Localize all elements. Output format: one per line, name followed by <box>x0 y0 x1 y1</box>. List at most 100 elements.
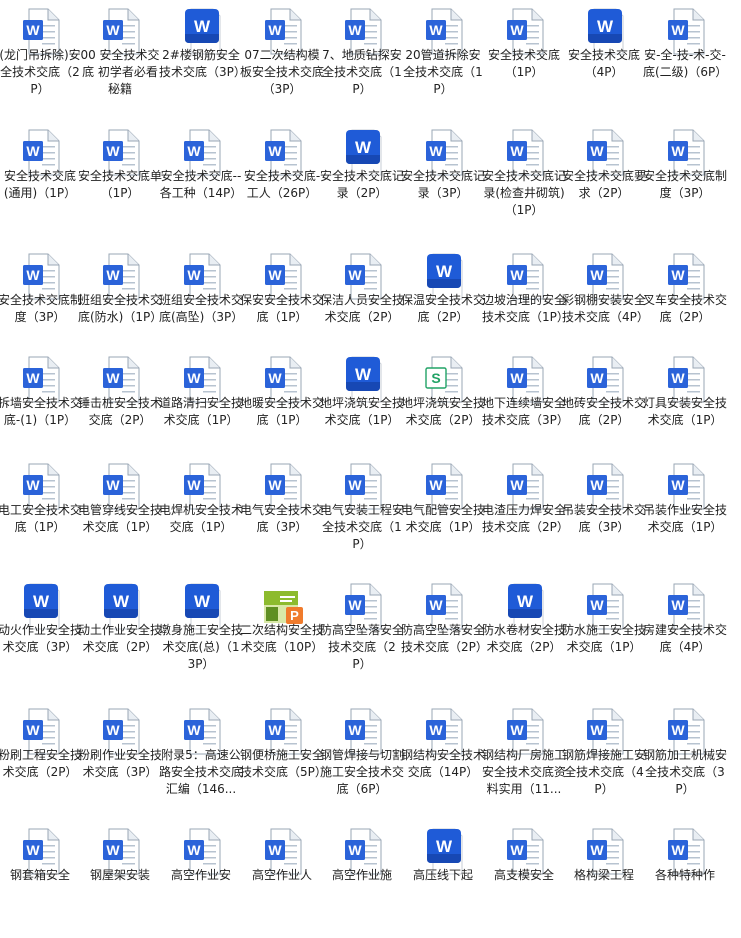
svg-text:W: W <box>671 370 685 386</box>
file-item[interactable]: W 7、地质钻探安全技术交底（1P） <box>322 2 402 118</box>
file-item[interactable]: W 防高空坠落安全技术交底（2 P） <box>320 577 404 693</box>
file-name-label: 高空作业安 <box>170 868 231 882</box>
file-item[interactable]: W 动土作业安全技术交底（2P） <box>78 577 162 693</box>
file-name-label: 高空作业施 <box>331 868 392 882</box>
svg-text:W: W <box>268 842 282 858</box>
file-item[interactable]: W 安全技术交底（1P） <box>484 2 564 118</box>
file-item[interactable]: W 2#楼钢筋安全技术交底（3P） <box>159 2 246 118</box>
file-item[interactable]: W 彩钢棚安装安全技术交底（4P） <box>562 247 649 363</box>
file-item[interactable]: W 安全技术交底单（1P） <box>78 123 162 239</box>
file-name-label: 锤击桩安全技术交底（2P） <box>78 396 163 427</box>
file-item[interactable]: W 电气安全技术交底（3P） <box>240 457 324 573</box>
svg-text:W: W <box>355 365 372 384</box>
file-item[interactable]: W 地暖安全技术交底（1P） <box>240 350 324 466</box>
file-item[interactable]: W 格构梁工程 <box>564 822 644 938</box>
svg-text:W: W <box>348 267 362 283</box>
file-item[interactable]: W 钢结构厂房施工安全技术交底资料实用（11... <box>482 702 566 818</box>
svg-text:W: W <box>106 370 120 386</box>
file-name-label: 格构梁工程 <box>573 868 634 882</box>
file-item[interactable]: W 钢筋焊接施工安全技术交底（4P） <box>562 702 647 818</box>
file-item[interactable]: W 安全技术交底-工人（26P） <box>242 123 322 239</box>
file-name-label: 房建安全技术交底（4P） <box>643 623 728 654</box>
file-item[interactable]: W 安全技术交底记录（2P） <box>320 123 404 239</box>
file-item[interactable]: W 保洁人员安全技术交底（2P） <box>320 247 404 363</box>
file-item[interactable]: S 地坪浇筑安全技术交底（2P） <box>401 350 485 466</box>
file-item[interactable]: W 各种特种作 <box>645 822 725 938</box>
file-item[interactable]: W 房建安全技术交底（4P） <box>643 577 728 693</box>
file-item[interactable]: W 拆墙安全技术交底-(1)（1P） <box>0 350 82 466</box>
file-item[interactable]: W 电焊机安全技术交底（1P） <box>159 457 243 573</box>
file-item[interactable]: W 高压线下起 <box>403 822 483 938</box>
file-item[interactable]: W 吊装作业安全技术交底（1P） <box>643 457 727 573</box>
file-item[interactable]: W 07二次结构模板安全技术交底（3P） <box>240 2 324 118</box>
file-item[interactable]: W 高支模安全 <box>484 822 564 938</box>
file-item[interactable]: W 安全技术交底(通用)（1P） <box>0 123 80 239</box>
file-item[interactable]: W 防水卷材安全技术交底（2P） <box>482 577 566 693</box>
file-item[interactable]: W 道路清扫安全技术交底（1P） <box>159 350 244 466</box>
svg-text:W: W <box>348 22 362 38</box>
file-item[interactable]: W 电渣压力焊安全技术交底（2P） <box>482 457 569 573</box>
file-item[interactable]: P 二次结构安全技术交底（10P） <box>240 577 324 693</box>
file-name-label: 粉刷工程安全技术交底（2P） <box>0 748 83 779</box>
file-item[interactable]: W 防高空坠落安全技术交底（2P） <box>401 577 488 693</box>
file-item[interactable]: W 吊装安全技术交底（3P） <box>562 457 646 573</box>
file-item[interactable]: W 安全技术交底制度（3P） <box>0 247 82 363</box>
file-item[interactable]: W 粉刷作业安全技术交底（3P） <box>78 702 162 818</box>
svg-text:P: P <box>290 608 299 623</box>
file-item[interactable]: W 钢管焊接与切割施工安全技术交底（6P） <box>320 702 405 818</box>
file-item[interactable]: W 动火作业安全技术交底（3P） <box>0 577 82 693</box>
file-item[interactable]: W 安-全-技-术-交-底(二级)（6P） <box>643 2 728 118</box>
file-name-label: 安-全-技-术-交-底(二级)（6P） <box>643 48 728 79</box>
file-item[interactable]: W (龙门吊拆除)安全技术交底（2P） <box>0 2 81 118</box>
svg-text:W: W <box>268 267 282 283</box>
file-item[interactable]: W 墩身施工安全技术交底(总)（13P） <box>159 577 243 693</box>
svg-text:W: W <box>33 592 50 611</box>
file-item[interactable]: W 安全技术交底制度（3P） <box>643 123 727 239</box>
file-item[interactable]: W 电气安装工程安全技术交底（1P） <box>320 457 404 573</box>
file-item[interactable]: W 粉刷工程安全技术交底（2P） <box>0 702 83 818</box>
file-item[interactable]: W 地砖安全技术交底（2P） <box>562 350 646 466</box>
file-item[interactable]: W 钢筋加工机械安全技术交底（3P） <box>643 702 728 818</box>
file-name-label: 班组安全技术交底(防水)（1P） <box>78 293 163 324</box>
file-item[interactable]: W 保安安全技术交底（1P） <box>240 247 324 363</box>
file-item[interactable]: W 灯具安装安全技术交底（1P） <box>643 350 727 466</box>
file-name-label: 安全技术交底记录（3P） <box>401 169 486 200</box>
file-item[interactable]: W 高空作业施 <box>322 822 402 938</box>
file-item[interactable]: W 班组安全技术交底(防水)（1P） <box>78 247 163 363</box>
file-item[interactable]: W 高空作业安 <box>161 822 241 938</box>
file-name-label: 彩钢棚安装安全技术交底（4P） <box>562 293 649 324</box>
file-item[interactable]: W 班组安全技术交底(高坠)（3P） <box>159 247 243 363</box>
file-item[interactable]: W 安全技术交底记录(检查井砌筑)（1P） <box>482 123 566 239</box>
file-item[interactable]: W 高空作业人 <box>242 822 322 938</box>
file-name-label: 防水施工安全技术交底（1P） <box>562 623 647 654</box>
file-item[interactable]: W 锤击桩安全技术交底（2P） <box>78 350 163 466</box>
file-item[interactable]: W 安全技术交底记录（3P） <box>401 123 486 239</box>
file-name-label: 地下连续墙安全技术交底（3P） <box>482 396 569 427</box>
svg-text:W: W <box>268 722 282 738</box>
file-item[interactable]: W 安全技术交底--各工种（14P） <box>160 123 242 239</box>
file-item[interactable]: W 电工安全技术交底（1P） <box>0 457 82 573</box>
file-name-label: 钢筋加工机械安全技术交底（3P） <box>643 748 728 796</box>
file-item[interactable]: W 边坡治理的安全技术交底（1P） <box>482 247 569 363</box>
file-item[interactable]: W 防水施工安全技术交底（1P） <box>562 577 647 693</box>
file-item[interactable]: W 地坪浇筑安全技术交底（1P） <box>320 350 404 466</box>
svg-text:W: W <box>436 262 453 281</box>
file-name-label: 钢管焊接与切割施工安全技术交底（6P） <box>320 748 405 796</box>
file-name-label: 钢筋焊接施工安全技术交底（4P） <box>562 748 647 796</box>
file-item[interactable]: W 钢结构安全技术交底（14P） <box>401 702 485 818</box>
file-item[interactable]: W 钢套箱安全 <box>0 822 80 938</box>
file-item[interactable]: W 电气配管安全技术交底（1P） <box>401 457 485 573</box>
file-item[interactable]: W 保温安全技术交底（2P） <box>401 247 485 363</box>
file-item[interactable]: W 安全技术交底（4P） <box>564 2 644 118</box>
file-item[interactable]: W 00 安全技术交底 初学者必看秘籍 <box>80 2 160 118</box>
svg-text:W: W <box>26 370 40 386</box>
file-item[interactable]: W 地下连续墙安全技术交底（3P） <box>482 350 569 466</box>
file-item[interactable]: W 安全技术交底要求（2P） <box>562 123 646 239</box>
file-item[interactable]: W 20管道拆除安全技术交底（1P） <box>403 2 483 118</box>
file-item[interactable]: W 钢便桥施工安全技术交底（5P） <box>240 702 327 818</box>
file-item[interactable]: W 钢屋架安装 <box>80 822 160 938</box>
file-item[interactable]: W 附录5：高速公路安全技术交底汇编（146... <box>159 702 243 818</box>
file-item[interactable]: W 叉车安全技术交底（2P） <box>643 247 727 363</box>
file-name-label: 道路清扫安全技术交底（1P） <box>159 396 244 427</box>
file-item[interactable]: W 电管穿线安全技术交底（1P） <box>78 457 162 573</box>
